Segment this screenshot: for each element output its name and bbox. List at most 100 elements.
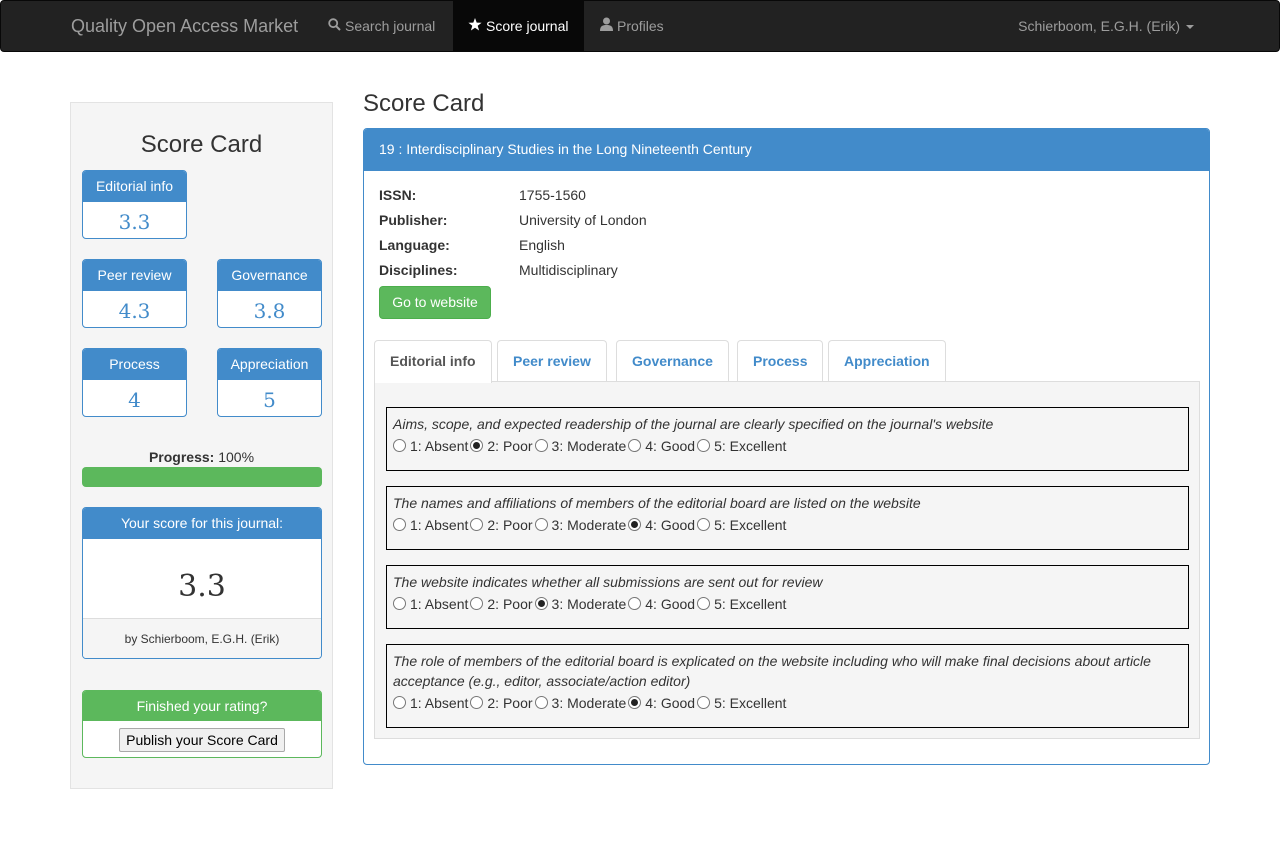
score-box-process: Process 4 [82,348,187,417]
radio-button[interactable] [470,518,484,531]
rating-option-label: 5: Excellent [714,517,787,533]
info-row-publisher: Publisher: University of London [379,212,647,228]
rating-option[interactable]: 1: Absent [393,438,468,454]
score-box-label: Process [83,349,186,380]
radio-button[interactable] [393,439,406,452]
info-key: Language: [379,237,450,253]
rating-option[interactable]: 5: Excellent [697,517,786,533]
radio-button[interactable] [393,696,406,709]
rating-option-label: 5: Excellent [714,438,787,454]
radio-button[interactable] [697,597,711,610]
rating-option-label: 3: Moderate [551,517,627,533]
score-box-governance: Governance 3.8 [217,259,322,328]
score-box-editorial-info: Editorial info 3.3 [82,170,187,239]
rating-option[interactable]: 4: Good [628,438,695,454]
your-score-author: by Schierboom, E.G.H. (Erik) [83,618,321,658]
radio-button[interactable] [470,597,484,610]
tab-process[interactable]: Process [737,340,824,381]
rating-option[interactable]: 5: Excellent [697,438,786,454]
rating-option[interactable]: 2: Poor [470,596,533,612]
rating-option[interactable]: 3: Moderate [534,695,626,711]
tab-content-editorial-info: Aims, scope, and expected readership of … [374,381,1200,739]
search-icon [328,1,341,51]
go-to-website-button[interactable]: Go to website [379,286,491,319]
radio-button[interactable] [393,597,406,610]
progress-label-text: Progress: [148,449,215,465]
tab-peer-review[interactable]: Peer review [497,340,607,381]
radio-button[interactable] [628,696,642,709]
rating-option[interactable]: 4: Good [628,596,695,612]
rating-option[interactable]: 4: Good [628,695,695,711]
tab-governance[interactable]: Governance [616,340,729,381]
score-box-value: 3.8 [253,299,286,323]
user-menu[interactable]: Schierboom, E.G.H. (Erik) [1018,1,1194,51]
journal-panel: 19 : Interdisciplinary Studies in the Lo… [363,128,1210,765]
publish-score-card-button[interactable]: Publish your Score Card [119,728,285,752]
score-box-value: 4.3 [118,299,151,323]
radio-button[interactable] [534,597,548,610]
rating-option-label: 4: Good [645,438,696,454]
rating-options: 1: Absent 2: Poor 3: Moderate 4: Good 5: Exc… [387,434,1188,454]
rating-option[interactable]: 2: Poor [470,517,533,533]
star-icon [468,1,482,51]
rating-option[interactable]: 2: Poor [470,695,533,711]
radio-button[interactable] [697,696,711,709]
rating-option[interactable]: 2: Poor [470,438,533,454]
rating-option[interactable]: 1: Absent [393,596,468,612]
score-box-label: Editorial info [83,171,186,202]
info-row-disciplines: Disciplines: Multidisciplinary [379,262,618,278]
question-text: Aims, scope, and expected readership of … [393,416,994,432]
rating-option[interactable]: 3: Moderate [534,596,626,612]
rating-option-label: 3: Moderate [551,438,627,454]
sidebar-title: Score Card [140,131,263,158]
radio-button[interactable] [470,439,484,452]
info-value: English [519,237,565,253]
nav-score-journal[interactable]: Score journal [453,1,584,51]
info-key: Publisher: [379,212,448,228]
rating-option-label: 1: Absent [410,517,469,533]
rating-option[interactable]: 3: Moderate [534,517,627,533]
rating-options: 1: Absent 2: Poor 3: Moderate 4: Good 5: Exc… [387,592,1188,612]
nav-score-journal-label: Score journal [486,18,569,34]
nav-profiles[interactable]: Profiles [585,1,679,51]
nav-search-journal[interactable]: Search journal [313,1,450,51]
radio-button[interactable] [628,597,642,610]
rating-option[interactable]: 1: Absent [393,695,468,711]
radio-button[interactable] [628,518,642,531]
question-text: The website indicates whether all submis… [393,574,823,590]
score-box-label: Appreciation [218,349,321,380]
question-text: The names and affiliations of members of… [393,495,921,511]
score-box-label: Peer review [83,260,186,291]
rating-option-label: 2: Poor [487,438,533,454]
rating-option[interactable]: 1: Absent [393,517,468,533]
your-score-value: 3.3 [178,569,226,604]
radio-button[interactable] [534,439,548,452]
radio-button[interactable] [628,439,642,452]
radio-button[interactable] [697,439,711,452]
tab-appreciation[interactable]: Appreciation [828,340,946,381]
finished-panel: Finished your rating? Publish your Score… [82,690,322,758]
user-icon [600,1,613,51]
tab-editorial-info[interactable]: Editorial info [374,340,492,383]
your-score-header: Your score for this journal: [83,508,321,539]
question-text: The role of members of the editorial boa… [393,653,1151,689]
radio-button[interactable] [534,518,548,531]
rating-options: 1: Absent 2: Poor 3: Moderate 4: Good 5: Exc… [387,513,1188,533]
radio-button[interactable] [393,518,406,531]
rating-option[interactable]: 3: Moderate [534,438,627,454]
rating-option[interactable]: 4: Good [628,517,695,533]
radio-button[interactable] [534,696,548,709]
rating-option-label: 1: Absent [410,596,469,612]
radio-button[interactable] [470,696,484,709]
score-sidebar: Score Card Editorial info 3.3 Peer revie… [70,102,333,789]
finished-header: Finished your rating? [83,691,321,721]
nav-search-journal-label: Search journal [345,18,436,34]
info-key: ISSN: [379,187,417,203]
radio-button[interactable] [697,518,711,531]
rating-option[interactable]: 5: Excellent [697,695,786,711]
rating-option[interactable]: 5: Excellent [697,596,786,612]
score-box-label: Governance [218,260,321,291]
info-value: University of London [519,212,647,228]
chevron-down-icon [1186,25,1194,30]
brand-link[interactable]: Quality Open Access Market [71,1,298,51]
